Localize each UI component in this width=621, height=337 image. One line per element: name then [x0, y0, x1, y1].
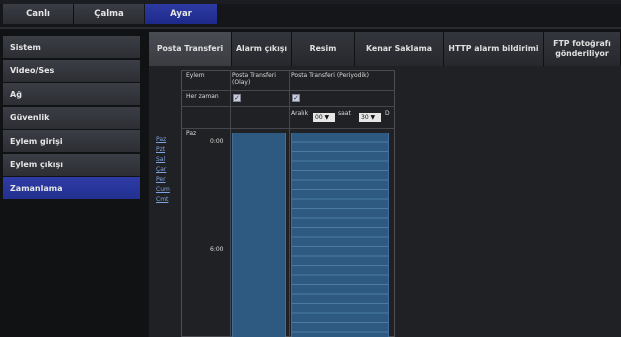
header-action: Eylem	[186, 72, 205, 79]
tab-alarm-output[interactable]: Alarm çıkışı	[232, 32, 292, 66]
sidebar-item-video-audio[interactable]: Video/Ses	[3, 59, 140, 82]
header-col1: Posta Transferi (Olay)	[232, 72, 276, 86]
time-label-6: 6:00	[210, 246, 224, 253]
row-divider	[181, 106, 395, 107]
day-link-sat[interactable]: Cmt	[156, 196, 168, 203]
col-divider	[230, 70, 231, 337]
sidebar-item-security[interactable]: Güvenlik	[3, 106, 140, 129]
interval-label: Aralık	[291, 110, 309, 117]
day-label: Paz	[186, 130, 197, 137]
time-label-0: 0:00	[210, 138, 224, 145]
day-link-fri[interactable]: Cum	[156, 186, 170, 193]
sidebar-item-schedule[interactable]: Zamanlama	[3, 177, 140, 199]
content-tabs: Posta Transferi Alarm çıkışı Resim Kenar…	[149, 32, 621, 66]
tab-image[interactable]: Resim	[292, 32, 355, 66]
tab-ftp-photo[interactable]: FTP fotoğrafı gönderiliyor	[544, 32, 621, 66]
day-link-tue[interactable]: Sal	[156, 156, 165, 163]
top-navigation: Canlı Çalma Ayar	[0, 0, 621, 27]
interval-hours-select[interactable]: 00 ▼	[313, 113, 335, 122]
row-divider	[181, 90, 395, 91]
settings-sidebar: Sistem Video/Ses Ağ Güvenlik Eylem giriş…	[3, 36, 140, 201]
col-divider	[289, 70, 290, 337]
day-link-wed[interactable]: Çar	[156, 166, 166, 173]
row-divider	[181, 128, 395, 129]
sidebar-item-system[interactable]: Sistem	[3, 36, 140, 58]
interval-minutes-select[interactable]: 30 ▼	[359, 113, 381, 122]
sidebar-item-action-input[interactable]: Eylem girişi	[3, 130, 140, 152]
tab-http-alarm[interactable]: HTTP alarm bildirimi	[444, 32, 544, 66]
day-link-thu[interactable]: Per	[156, 176, 166, 183]
day-link-sun[interactable]: Paz	[156, 136, 166, 143]
tab-settings[interactable]: Ayar	[145, 4, 217, 24]
tab-mail-transfer[interactable]: Posta Transferi	[149, 32, 232, 66]
interval-suffix: D	[385, 110, 390, 117]
sidebar-item-action-output[interactable]: Eylem çıkışı	[3, 153, 140, 176]
tab-live[interactable]: Canlı	[3, 4, 74, 24]
schedule-col-periodic[interactable]	[291, 133, 389, 337]
always-checkbox-col2[interactable]: ✓	[292, 94, 300, 102]
sidebar-item-network[interactable]: Ağ	[3, 83, 140, 105]
schedule-col-event[interactable]	[232, 133, 286, 337]
always-label: Her zaman	[186, 93, 219, 100]
always-checkbox-col1[interactable]: ✓	[233, 94, 241, 102]
nav-divider	[0, 27, 621, 29]
header-col2: Posta Transferi (Periyodik)	[291, 72, 369, 79]
day-link-mon[interactable]: Pzt	[156, 146, 165, 153]
tab-edge-storage[interactable]: Kenar Saklama	[355, 32, 444, 66]
hour-label: saat	[338, 110, 351, 117]
tab-playback[interactable]: Çalma	[74, 4, 144, 24]
